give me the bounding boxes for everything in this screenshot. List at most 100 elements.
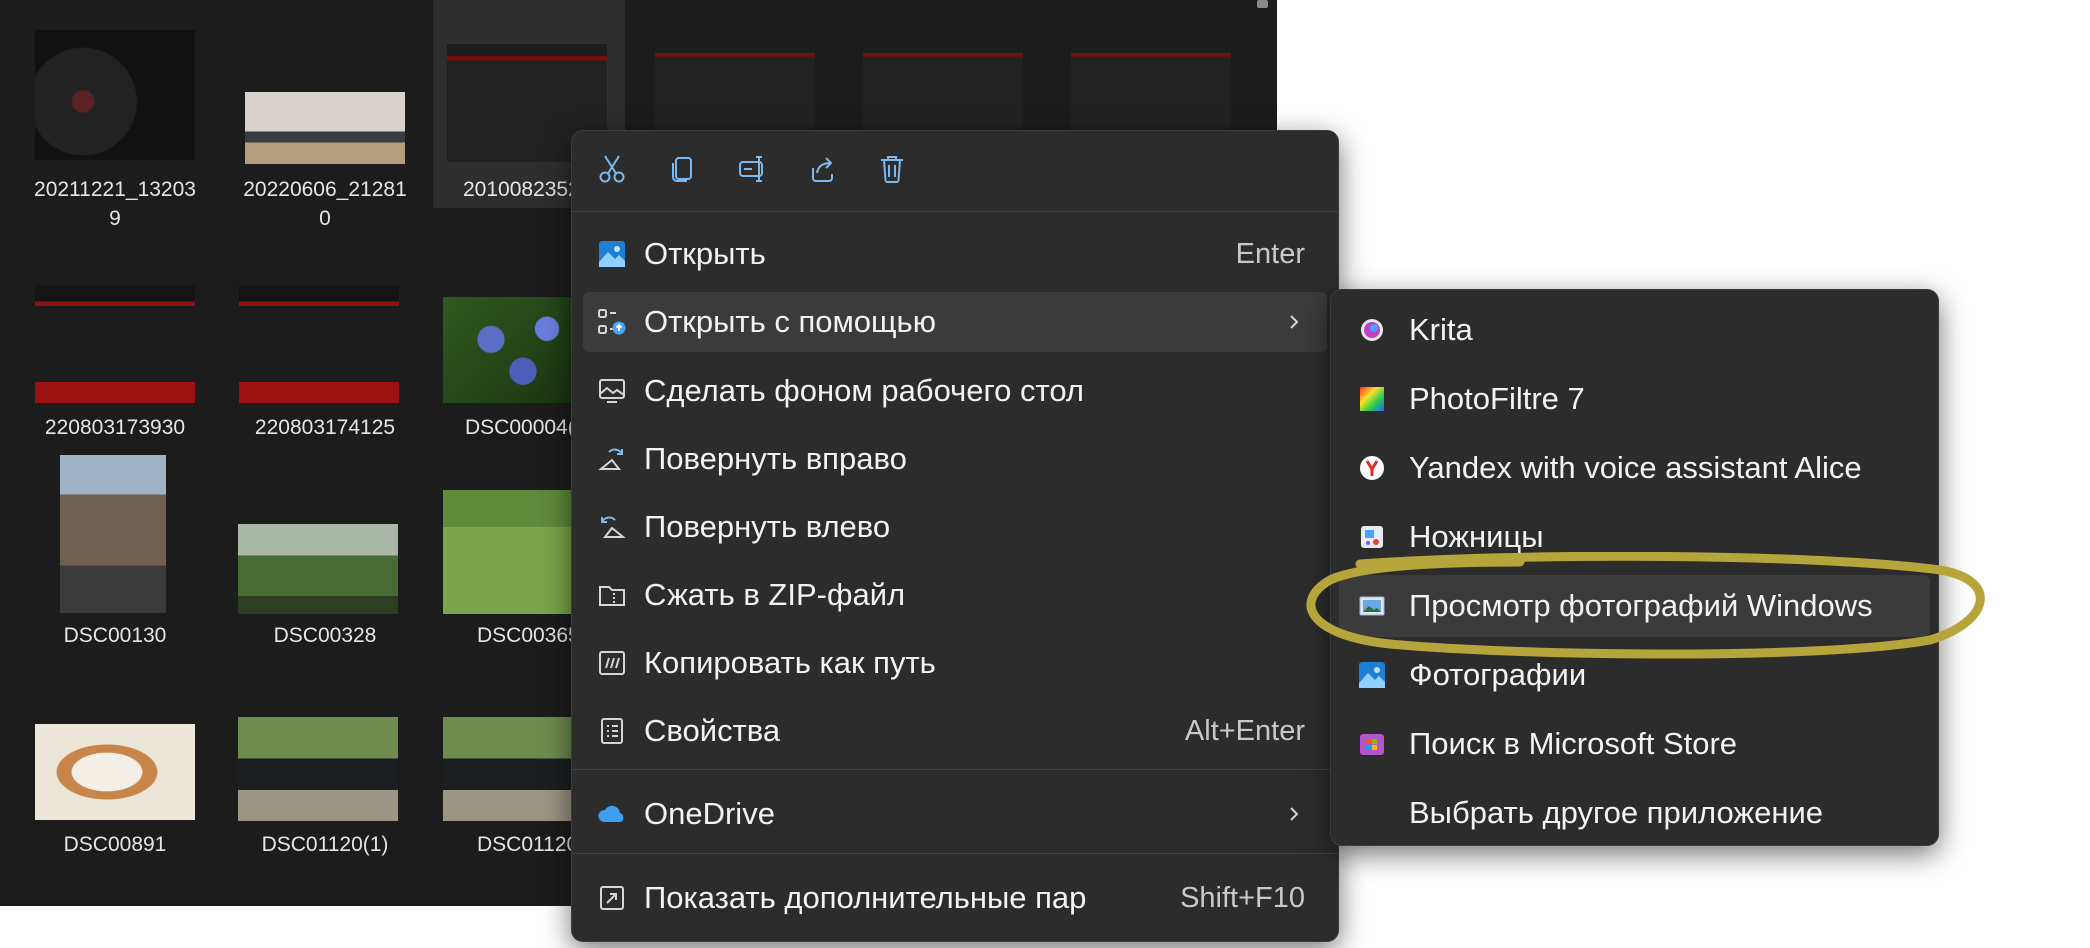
submenu-item-microsoft-store[interactable]: Поиск в Microsoft Store	[1339, 713, 1930, 775]
delete-button[interactable]	[872, 151, 912, 191]
menu-item-copy-as-path[interactable]: Копировать как путь	[583, 633, 1327, 693]
menu-item-onedrive[interactable]: OneDrive	[583, 784, 1327, 844]
trash-icon	[878, 154, 906, 189]
submenu-item-windows-photo-viewer[interactable]: Просмотр фотографий Windows	[1339, 575, 1930, 637]
file-thumbnail	[863, 44, 1023, 134]
submenu-item-krita[interactable]: Krita	[1339, 299, 1930, 361]
file-tile[interactable]: 220803173930	[15, 270, 215, 450]
scrollbar-thumb[interactable]	[1257, 0, 1268, 8]
menu-item-label: Показать дополнительные пар	[644, 880, 1087, 915]
submenu-item-photofiltre[interactable]: PhotoFiltre 7	[1339, 368, 1930, 430]
copy-path-icon	[597, 648, 627, 678]
file-thumbnail	[60, 455, 166, 613]
menu-item-shortcut: Alt+Enter	[1184, 715, 1305, 747]
file-tile[interactable]: DSC00328	[225, 450, 425, 650]
file-thumbnail	[1071, 44, 1231, 134]
file-name: 20211221_13203 9	[34, 178, 196, 230]
menu-item-open[interactable]: Открыть Enter	[583, 224, 1327, 284]
file-name: DSC00328	[273, 624, 377, 647]
file-tile[interactable]	[1056, 0, 1256, 150]
rename-button[interactable]	[732, 151, 772, 191]
submenu-item-label: Поиск в Microsoft Store	[1409, 726, 1738, 761]
rotate-left-icon	[597, 512, 627, 542]
file-tile[interactable]	[848, 0, 1048, 150]
file-name: 220803173930	[44, 416, 186, 439]
file-thumbnail	[238, 717, 398, 821]
scissors-icon	[598, 154, 626, 189]
menu-item-rotate-right[interactable]: Повернуть вправо	[583, 429, 1327, 489]
file-tile[interactable]: DSC00891	[15, 700, 215, 870]
submenu-item-photos[interactable]: Фотографии	[1339, 644, 1930, 706]
menu-item-set-wallpaper[interactable]: Сделать фоном рабочего стол	[583, 361, 1327, 421]
file-thumbnail	[239, 285, 399, 403]
menu-item-properties[interactable]: Свойства Alt+Enter	[583, 701, 1327, 761]
menu-item-label: Копировать как путь	[644, 645, 936, 680]
cut-button[interactable]	[592, 151, 632, 191]
menu-item-label: Открыть с помощью	[644, 304, 936, 339]
menu-item-compress-zip[interactable]: Сжать в ZIP-файл	[583, 565, 1327, 625]
submenu-item-label: Выбрать другое приложение	[1409, 795, 1824, 830]
photo-viewer-icon	[1357, 591, 1387, 621]
submenu-item-choose-another-app[interactable]: Выбрать другое приложение	[1339, 782, 1930, 844]
submenu-item-label: Фотографии	[1409, 657, 1587, 692]
chevron-right-icon	[1283, 800, 1305, 828]
file-name: DSC00130	[63, 624, 167, 647]
copy-icon	[668, 154, 696, 189]
yandex-icon	[1357, 453, 1387, 483]
context-menu-toolbar	[572, 131, 1338, 211]
file-tile[interactable]: 20220606_21281 0	[225, 0, 425, 240]
file-name: DSC00891	[63, 833, 167, 856]
file-name: DSC01120(1)	[261, 833, 389, 856]
submenu-item-label: Ножницы	[1409, 519, 1544, 554]
submenu-item-yandex[interactable]: Yandex with voice assistant Alice	[1339, 437, 1930, 499]
context-menu: Открыть Enter Открыть с помощью Сделать …	[571, 130, 1339, 942]
file-thumbnail	[35, 30, 195, 160]
onedrive-icon	[597, 799, 627, 829]
menu-item-label: Повернуть влево	[644, 509, 891, 544]
snipping-tool-icon	[1357, 522, 1387, 552]
menu-separator	[572, 211, 1338, 212]
more-options-icon	[597, 883, 627, 913]
file-tile[interactable]: DSC00130	[15, 450, 215, 650]
menu-separator	[572, 853, 1338, 854]
file-tile[interactable]: 20211221_13203 9	[15, 0, 215, 240]
submenu-item-label: Krita	[1409, 312, 1473, 347]
menu-item-label: OneDrive	[644, 796, 775, 831]
file-name: 20220606_21281 0	[243, 178, 407, 230]
krita-icon	[1357, 315, 1387, 345]
file-thumbnail	[245, 92, 405, 164]
menu-item-show-more-options[interactable]: Показать дополнительные пар Shift+F10	[583, 868, 1327, 928]
file-tile[interactable]: 220803174125	[225, 270, 425, 450]
file-thumbnail	[35, 285, 195, 403]
file-name: 220803174125	[254, 416, 396, 439]
share-button[interactable]	[802, 151, 842, 191]
menu-item-open-with[interactable]: Открыть с помощью	[583, 292, 1327, 352]
file-thumbnail	[655, 44, 815, 134]
menu-item-label: Сжать в ZIP-файл	[644, 577, 906, 612]
menu-item-label: Открыть	[644, 236, 766, 271]
share-icon	[807, 154, 837, 189]
photofiltre-icon	[1357, 384, 1387, 414]
menu-item-rotate-left[interactable]: Повернуть влево	[583, 497, 1327, 557]
submenu-item-label: PhotoFiltre 7	[1409, 381, 1585, 416]
menu-item-shortcut: Shift+F10	[1180, 882, 1305, 914]
photos-icon	[597, 239, 627, 269]
chevron-right-icon	[1283, 308, 1305, 336]
file-thumbnail	[238, 524, 398, 614]
menu-item-label: Свойства	[644, 713, 781, 748]
file-tile[interactable]: DSC01120(1)	[225, 700, 425, 870]
copy-button[interactable]	[662, 151, 702, 191]
menu-item-shortcut: Enter	[1235, 238, 1305, 270]
open-with-submenu: Krita PhotoFiltre 7 Yandex with voice as…	[1330, 289, 1939, 846]
file-tile[interactable]	[640, 0, 840, 150]
zip-icon	[597, 580, 627, 610]
menu-item-label: Сделать фоном рабочего стол	[644, 373, 1084, 408]
submenu-item-label: Yandex with voice assistant Alice	[1409, 450, 1862, 485]
open-with-icon	[597, 307, 627, 337]
menu-item-label: Повернуть вправо	[644, 441, 907, 476]
file-thumbnail	[35, 724, 195, 820]
photos-icon	[1357, 660, 1387, 690]
wallpaper-icon	[597, 376, 627, 406]
store-icon	[1357, 729, 1387, 759]
submenu-item-snipping-tool[interactable]: Ножницы	[1339, 506, 1930, 568]
